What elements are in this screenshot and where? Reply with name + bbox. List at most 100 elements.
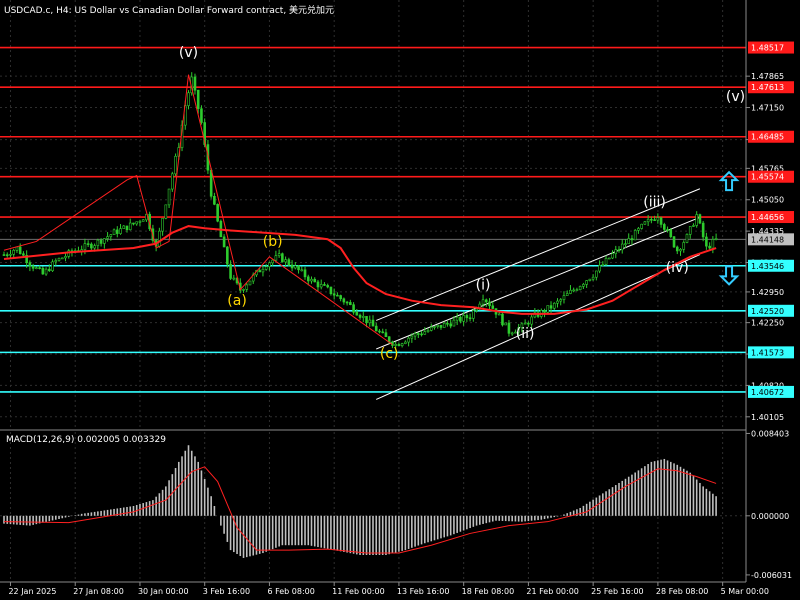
candle-body: [187, 92, 190, 106]
candle-body: [617, 249, 621, 251]
candle-body: [643, 221, 647, 225]
candle-body: [569, 289, 572, 294]
candle-body: [358, 314, 362, 318]
candle-body: [171, 173, 174, 190]
candle-body: [313, 278, 317, 283]
candle-body: [226, 246, 229, 265]
candle-body: [112, 229, 116, 236]
candle-body: [193, 76, 197, 91]
candle-body: [64, 256, 67, 259]
wave-label: (v): [179, 45, 198, 61]
candle-body: [303, 269, 307, 278]
candle-body: [164, 204, 168, 219]
level-tag-label: 1.42520: [751, 307, 784, 316]
candle-body: [274, 255, 278, 261]
candle-body: [378, 330, 381, 333]
candle-body: [96, 239, 100, 246]
candle-body: [630, 238, 634, 241]
candle-body: [656, 217, 660, 221]
candle-body: [22, 253, 25, 256]
candle-body: [420, 333, 423, 336]
candle-body: [640, 223, 643, 229]
candle-body: [83, 243, 87, 250]
candle-body: [472, 310, 475, 319]
candle-body: [277, 253, 281, 257]
candle-body: [620, 243, 624, 251]
candle-body: [268, 262, 271, 267]
candle-body: [708, 245, 711, 249]
candle-body: [106, 236, 109, 239]
candle-body: [413, 333, 417, 337]
level-tag-label: 1.48517: [751, 44, 784, 53]
candle-body: [209, 169, 213, 197]
candle-body: [688, 226, 692, 235]
candle-body: [705, 236, 708, 247]
candle-body: [637, 228, 640, 231]
candle-body: [12, 249, 16, 255]
candle-body: [633, 230, 637, 241]
candle-body: [575, 289, 579, 291]
candle-body: [407, 337, 410, 343]
candle-body: [161, 217, 164, 232]
chart-title: USDCAD.c, H4: US Dollar vs Canadian Doll…: [4, 4, 334, 16]
candle-body: [400, 343, 404, 347]
time-tick-label: 22 Jan 2025: [8, 587, 56, 596]
candle-body: [60, 257, 64, 260]
candle-body: [361, 316, 365, 318]
macd-tick-label: 0.000000: [751, 512, 789, 521]
candle-body: [294, 265, 297, 269]
candle-body: [501, 313, 504, 326]
candle-body: [5, 254, 9, 256]
wave-label: (iii): [643, 194, 666, 210]
candle-body: [595, 270, 598, 278]
candle-body: [281, 253, 284, 263]
candle-body: [290, 264, 294, 269]
price-tick-label: 1.45050: [751, 196, 784, 205]
wave-label: (v): [726, 89, 745, 105]
time-tick-label: 6 Feb 08:00: [267, 587, 314, 596]
candle-body: [552, 302, 556, 309]
candle-body: [601, 264, 605, 266]
time-tick-label: 5 Mar 00:00: [721, 587, 769, 596]
candle-body: [323, 284, 326, 286]
wave-label: (i): [476, 278, 491, 294]
candle-body: [423, 331, 427, 335]
candle-body: [604, 258, 608, 265]
wave-label: (iv): [666, 260, 689, 276]
candle-body: [549, 305, 553, 309]
candle-body: [319, 284, 323, 288]
candle-body: [446, 322, 449, 325]
candle-body: [436, 324, 440, 327]
candle-body: [627, 238, 631, 244]
time-tick-label: 25 Feb 16:00: [591, 587, 643, 596]
candle-body: [384, 332, 388, 338]
candle-body: [54, 260, 58, 263]
candle-body: [287, 259, 291, 266]
trading-chart[interactable]: (v) (a) (b) (c) (i) (ii) (iii) (iv) (v) 1.47865 1…: [0, 0, 800, 600]
candle-body: [578, 286, 582, 290]
candle-body: [158, 230, 161, 247]
candle-body: [624, 243, 627, 245]
candle-body: [491, 305, 495, 309]
candle-body: [497, 313, 501, 316]
candle-body: [216, 204, 219, 222]
candle-body: [15, 246, 19, 251]
candle-body: [685, 234, 689, 243]
level-tag-label: 1.43546: [751, 262, 784, 271]
candle-body: [339, 295, 342, 300]
candle-body: [229, 263, 232, 279]
candle-body: [417, 333, 420, 335]
candle-body: [481, 299, 485, 305]
candle-body: [530, 316, 533, 325]
candle-body: [326, 285, 329, 288]
candle-body: [653, 219, 656, 221]
candle-body: [122, 225, 126, 229]
candle-body: [300, 269, 304, 272]
time-tick-label: 28 Feb 08:00: [656, 587, 708, 596]
candle-body: [429, 326, 433, 331]
candle-body: [336, 294, 339, 297]
candle-body: [28, 262, 32, 267]
candle-body: [132, 222, 135, 225]
candle-body: [329, 286, 333, 295]
time-tick-label: 18 Feb 08:00: [462, 587, 514, 596]
